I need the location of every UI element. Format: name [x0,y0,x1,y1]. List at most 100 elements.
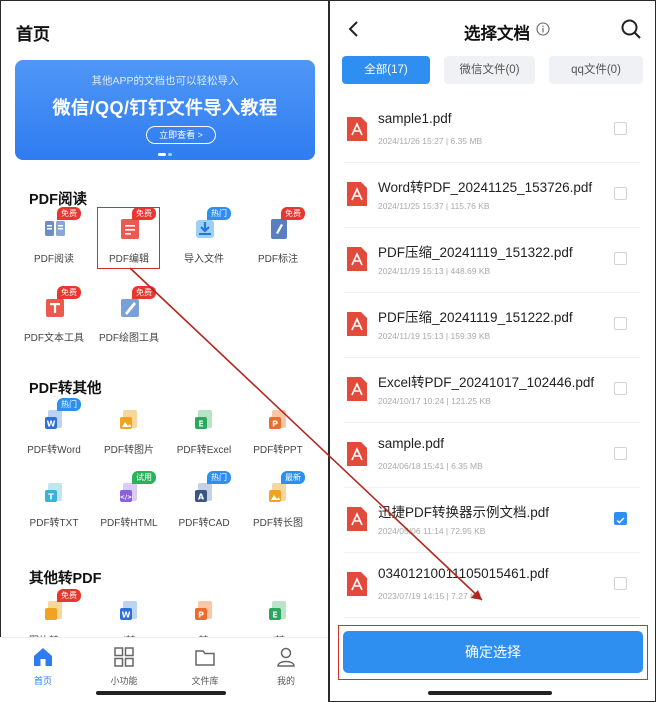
tab-label: 文件库 [191,676,219,686]
file-checkbox[interactable] [614,577,627,590]
tool-pdf-to-excel[interactable]: E PDF转Excel [164,405,244,471]
annotate-icon [271,219,287,239]
banner-pager [15,152,315,156]
tab-label: 首页 [33,676,52,686]
word-icon: W [120,601,137,620]
file-row[interactable]: sample.pdf 2024/06/18 15:41 | 6.35 MB [344,423,640,488]
pdf-file-icon [347,572,367,596]
section-title-pdf-to-other: PDF转其他 [29,381,102,397]
tool-pdf-to-txt[interactable]: T PDF转TXT [14,478,94,544]
file-name: Excel转PDF_20241017_102446.pdf [378,375,595,390]
ppt-icon: P [195,601,212,620]
excel-icon: E [269,601,286,620]
tool-label: PDF转PPT [253,445,303,456]
file-meta: 2024/11/19 15:13 | 448.69 KB [378,266,491,276]
svg-text:P: P [198,611,204,620]
txt-icon: T [45,483,62,502]
long-image-icon [269,483,286,502]
file-checkbox[interactable] [614,447,627,460]
tab-label: 我的 [276,676,295,686]
badge-free: 免费 [57,589,81,602]
badge-hot: 热门 [57,398,81,411]
badge-free: 免费 [57,207,81,220]
confirm-selection-button[interactable]: 确定选择 [343,631,643,673]
badge-free: 免费 [57,286,81,299]
import-icon [196,220,214,238]
file-name: sample.pdf [378,436,445,451]
badge-free: 免费 [281,207,305,220]
tool-import-file[interactable]: 热门 导入文件 [164,207,244,280]
tool-label: PDF转长图 [253,518,303,529]
section-title-other-to-pdf: 其他转PDF [29,571,102,587]
file-row[interactable]: Word转PDF_20241125_153726.pdf 2024/11/25 … [344,163,640,228]
folder-icon [195,650,215,666]
tool-pdf-to-long-image[interactable]: 最新 PDF转长图 [238,471,318,544]
file-name: 034012100111050154​61.pdf [378,566,549,581]
tab-label: 小功能 [110,676,138,686]
page-title: 首页 [16,25,50,44]
file-checkbox-checked[interactable] [614,512,627,525]
section-title-pdf-read: PDF阅读 [29,192,87,208]
filter-wechat[interactable]: 微信文件(0) [444,56,535,84]
file-checkbox[interactable] [614,382,627,395]
tool-pdf-draw[interactable]: 免费 PDF绘图工具 [89,286,169,359]
tool-pdf-to-word[interactable]: W 热门 PDF转Word [14,398,94,471]
tab-home[interactable]: 首页 [13,646,73,687]
tool-pdf-to-ppt[interactable]: P PDF转PPT [238,405,318,471]
import-tutorial-banner[interactable]: 其他APP的文档也可以轻松导入 微信/QQ/钉钉文件导入教程 立即查看 > [15,60,315,160]
file-row[interactable]: sample1.pdf 2024/11/26 15:27 | 6.35 MB [344,98,640,163]
user-icon [277,647,295,667]
file-row[interactable]: 迅捷PDF转换器示例文档.pdf 2024/05/06 11:14 | 72.9… [344,488,640,553]
file-checkbox[interactable] [614,252,627,265]
file-row[interactable]: PDF压缩_20241119_151322.pdf 2024/11/19 15:… [344,228,640,293]
file-checkbox[interactable] [614,187,627,200]
text-tool-icon [46,299,64,317]
file-meta: 2024/11/26 15:27 | 6.35 MB [378,136,483,146]
page-title: 选择文档 [464,25,530,43]
file-meta: 2024/10/17 10:24 | 121.25 KB [378,396,491,406]
pdf-file-icon [347,377,367,401]
tool-pdf-to-html[interactable]: </> 试用 PDF转HTML [89,471,169,544]
home-indicator [96,691,226,695]
file-row[interactable]: PDF压缩_20241119_151222.pdf 2024/11/19 15:… [344,293,640,358]
tab-file-library[interactable]: 文件库 [175,646,235,687]
file-meta: 2024/11/19 15:13 | 159.39 KB [378,331,491,341]
filter-qq[interactable]: qq文件(0) [549,56,643,84]
tool-pdf-text[interactable]: 免费 PDF文本工具 [14,286,94,359]
badge-hot: 热门 [207,207,231,220]
tool-pdf-to-image[interactable]: PDF转图片 [89,405,169,471]
svg-text:W: W [47,420,56,429]
tool-label: PDF标注 [258,254,298,265]
word-icon: W [45,410,62,429]
badge-hot: 热门 [207,471,231,484]
info-icon[interactable] [536,22,550,36]
badge-new: 最新 [281,471,305,484]
home-indicator [428,691,552,695]
file-checkbox[interactable] [614,122,627,135]
banner-view-button[interactable]: 立即查看 > [146,126,216,144]
tool-pdf-to-cad[interactable]: A 热门 PDF转CAD [164,471,244,544]
cad-icon: A [195,483,212,502]
filter-all[interactable]: 全部(17) [342,56,430,84]
file-row[interactable]: 034012100111050154​61.pdf 2023/07/19 14:… [344,553,640,618]
html-icon: </> [120,483,137,502]
svg-text:E: E [272,611,277,620]
select-document-screen: 选择文档 全部(17) 微信文件(0) qq文件(0) sample1.pdf … [330,0,656,702]
home-icon [34,648,52,666]
ppt-icon: P [269,410,286,429]
badge-free: 免费 [132,286,156,299]
tool-pdf-read[interactable]: 免费 PDF阅读 [14,207,94,280]
svg-text:</>: </> [120,494,132,501]
file-checkbox[interactable] [614,317,627,330]
search-icon[interactable] [620,18,642,40]
back-arrow-icon[interactable] [344,18,366,40]
pdf-file-icon [347,507,367,531]
file-name: PDF压缩_20241119_151222.pdf [378,310,573,325]
file-row[interactable]: Excel转PDF_20241017_102446.pdf 2024/10/17… [344,358,640,423]
pdf-file-icon [347,117,367,141]
confirm-highlight: 确定选择 [338,625,648,680]
tool-pdf-annotate[interactable]: 免费 PDF标注 [238,207,318,280]
tab-tools[interactable]: 小功能 [94,646,154,687]
file-meta: 2024/06/18 15:41 | 6.35 MB [378,461,483,471]
tab-mine[interactable]: 我的 [256,646,316,687]
